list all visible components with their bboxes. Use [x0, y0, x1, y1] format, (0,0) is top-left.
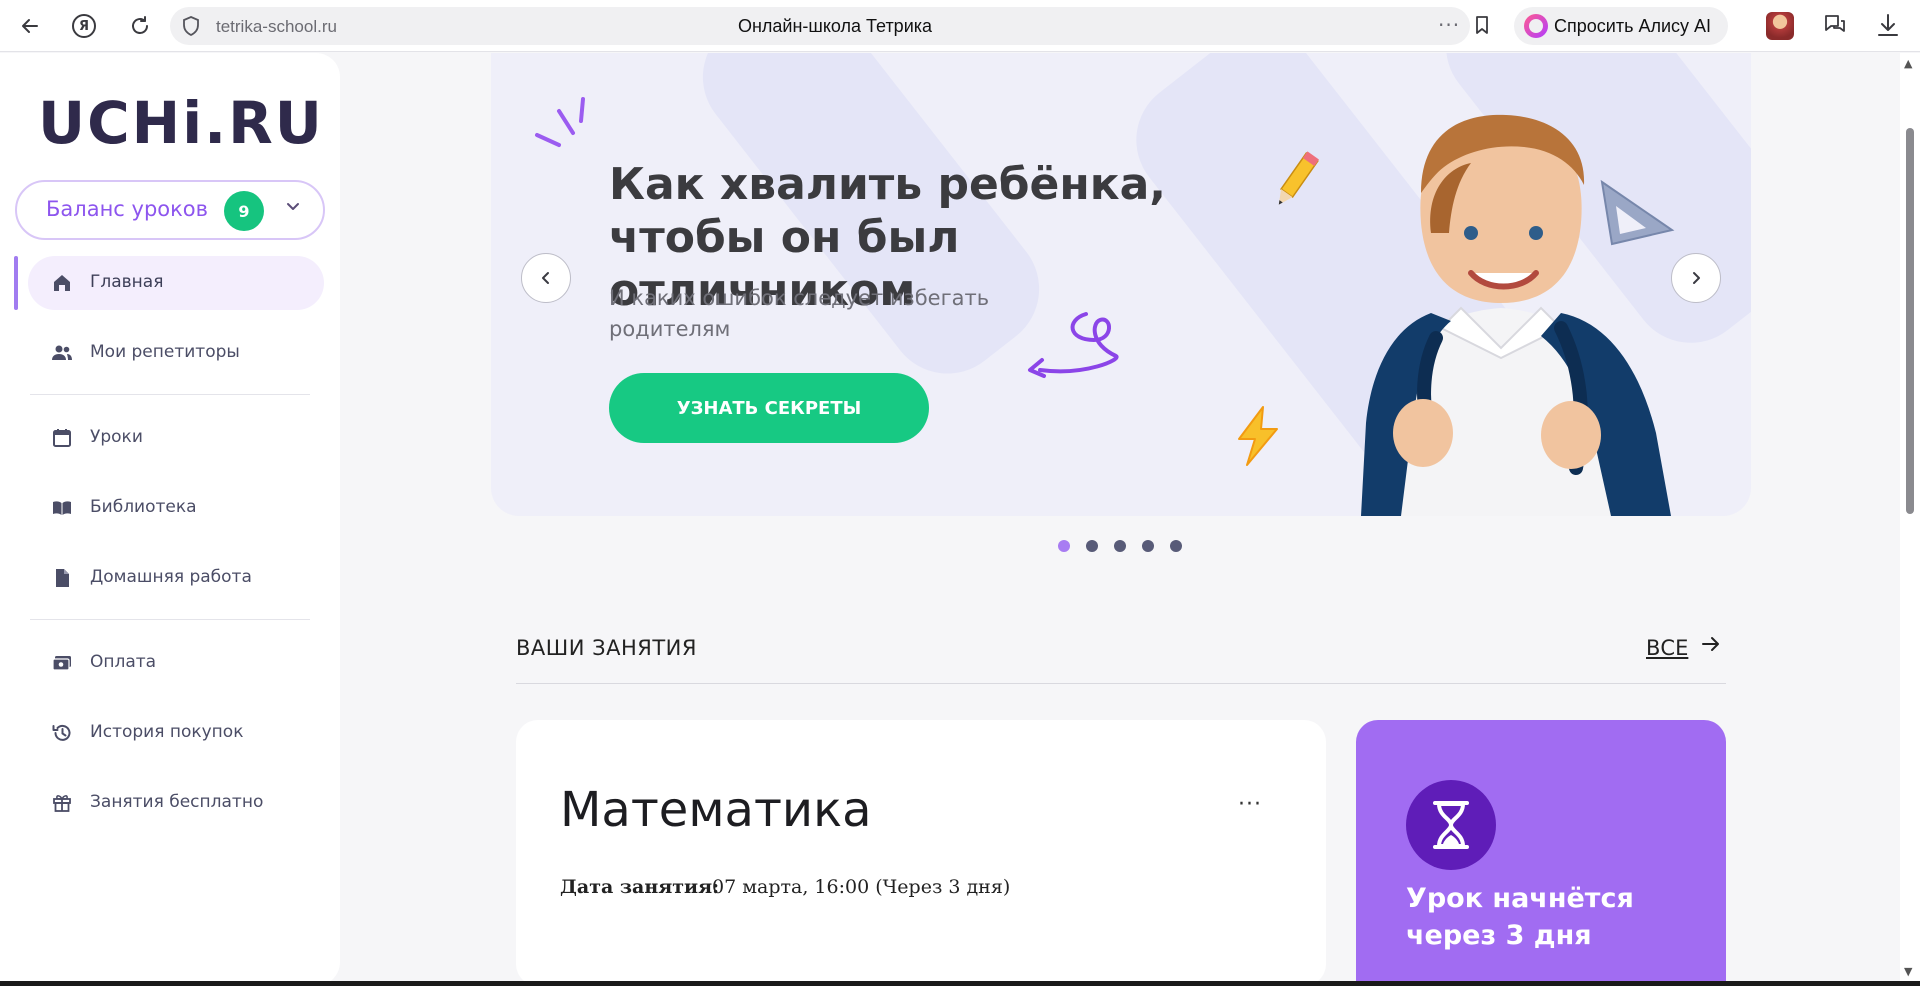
sidebar-item-label: Оплата [90, 652, 157, 672]
back-button[interactable] [12, 8, 48, 44]
carousel-next-button[interactable] [1671, 253, 1721, 303]
carousel-dot[interactable] [1170, 540, 1182, 552]
chat-extension-icon[interactable] [1822, 12, 1848, 38]
carousel-prev-button[interactable] [521, 253, 571, 303]
more-icon[interactable]: ··· [1438, 13, 1460, 37]
sidebar: UCHi.RU Баланс уроков 9 Главная Мои репе… [0, 53, 340, 986]
arrow-doodle-icon [1028, 312, 1119, 378]
chevron-right-icon [1693, 272, 1700, 284]
book-icon [53, 501, 71, 515]
sidebar-item-label: Библиотека [90, 497, 197, 517]
arrow-left-icon [22, 19, 38, 33]
gift-icon [53, 795, 71, 812]
banner-subtitle: И каких ошибок следует избегать родителя… [609, 286, 990, 341]
arrow-right-icon[interactable] [1700, 633, 1722, 661]
sidebar-item-label: Занятия бесплатно [90, 792, 264, 812]
sidebar-item-label: История покупок [90, 722, 244, 742]
reload-button[interactable] [122, 8, 158, 44]
sidebar-item-purchase-history[interactable]: История покупок [28, 706, 324, 760]
lesson-subject: Математика [560, 782, 872, 838]
lesson-date-value: 07 марта, 16:00 (Через 3 дня) [712, 876, 1011, 898]
yandex-icon: Я [72, 14, 96, 38]
sidebar-item-free-lessons[interactable]: Занятия бесплатно [28, 776, 324, 830]
sidebar-item-homework[interactable]: Домашняя работа [28, 551, 324, 605]
sidebar-item-label: Уроки [90, 427, 143, 447]
lesson-countdown-card: Урок начнётся через 3 дня [1356, 720, 1726, 986]
sidebar-item-label: Главная [90, 272, 164, 292]
home-icon [54, 275, 70, 291]
history-icon [52, 724, 71, 741]
carousel-dot[interactable] [1142, 540, 1154, 552]
calendar-icon [53, 429, 71, 447]
carousel-dot[interactable] [1086, 540, 1098, 552]
carousel-pagination [1058, 540, 1182, 552]
schoolboy-illustration [1361, 114, 1671, 516]
address-bar[interactable]: tetrika-school.ru Онлайн-школа Тетрика ·… [170, 7, 1488, 45]
carousel-dot[interactable] [1114, 540, 1126, 552]
reload-icon [132, 16, 148, 34]
sidebar-item-home[interactable]: Главная [28, 256, 324, 310]
carousel-dot[interactable] [1058, 540, 1070, 552]
sidebar-divider [30, 394, 310, 395]
sidebar-divider [30, 619, 310, 620]
uchi-logo[interactable]: UCHi.RU [38, 89, 324, 157]
all-sessions-link[interactable]: ВСЕ [1646, 636, 1688, 660]
sidebar-item-lessons[interactable]: Уроки [28, 411, 324, 465]
chevron-down-icon [285, 198, 301, 219]
download-icon[interactable] [1876, 12, 1900, 38]
lesson-menu-button[interactable]: ··· [1238, 792, 1262, 817]
document-icon [56, 569, 69, 587]
chevron-left-icon [542, 272, 549, 284]
sessions-heading: ВАШИ ЗАНЯТИЯ [516, 636, 697, 660]
sidebar-item-library[interactable]: Библиотека [28, 481, 324, 535]
balance-label: Баланс уроков [46, 197, 209, 221]
alice-icon [1524, 14, 1548, 38]
scroll-down-icon[interactable]: ▼ [1904, 965, 1912, 978]
lesson-card[interactable]: Математика ··· Дата занятия: 07 марта, 1… [516, 720, 1326, 986]
yandex-button[interactable]: Я [66, 8, 102, 44]
bookmark-icon[interactable] [1475, 16, 1489, 34]
countdown-title: Урок начнётся через 3 дня [1406, 883, 1634, 951]
active-indicator [14, 256, 18, 310]
hourglass-icon [1406, 780, 1496, 870]
people-icon [52, 345, 72, 360]
page-title: Онлайн-школа Тетрика [737, 16, 933, 36]
lesson-date-label: Дата занятия: [560, 876, 720, 898]
lesson-balance-dropdown[interactable]: Баланс уроков 9 [15, 180, 325, 240]
scroll-up-icon[interactable]: ▲ [1904, 57, 1912, 70]
browser-toolbar: Я tetrika-school.ru Онлайн-школа Тетрика… [0, 0, 1920, 52]
balance-count-badge: 9 [224, 191, 264, 231]
learn-secrets-button[interactable]: УЗНАТЬ СЕКРЕТЫ [609, 373, 929, 443]
scroll-thumb[interactable] [1906, 128, 1914, 514]
sidebar-item-tutors[interactable]: Мои репетиторы [28, 326, 324, 380]
sessions-divider [516, 683, 1726, 684]
ask-alice-label: Спросить Алису AI [1554, 15, 1712, 36]
promo-banner[interactable]: Как хвалить ребёнка, чтобы он был отличн… [491, 53, 1751, 516]
payment-icon [52, 656, 71, 671]
profile-avatar[interactable] [1766, 12, 1794, 40]
ask-alice-button[interactable]: Спросить Алису AI [1514, 7, 1728, 45]
sparkle-doodle-icon [535, 97, 585, 147]
taskbar-edge [0, 981, 1920, 986]
sidebar-item-label: Мои репетиторы [90, 342, 240, 362]
sidebar-item-label: Домашняя работа [90, 567, 252, 587]
sidebar-item-payment[interactable]: Оплата [28, 636, 324, 690]
lightning-icon [1238, 406, 1278, 466]
page-scrollbar[interactable]: ▲ ▼ [1900, 53, 1920, 986]
